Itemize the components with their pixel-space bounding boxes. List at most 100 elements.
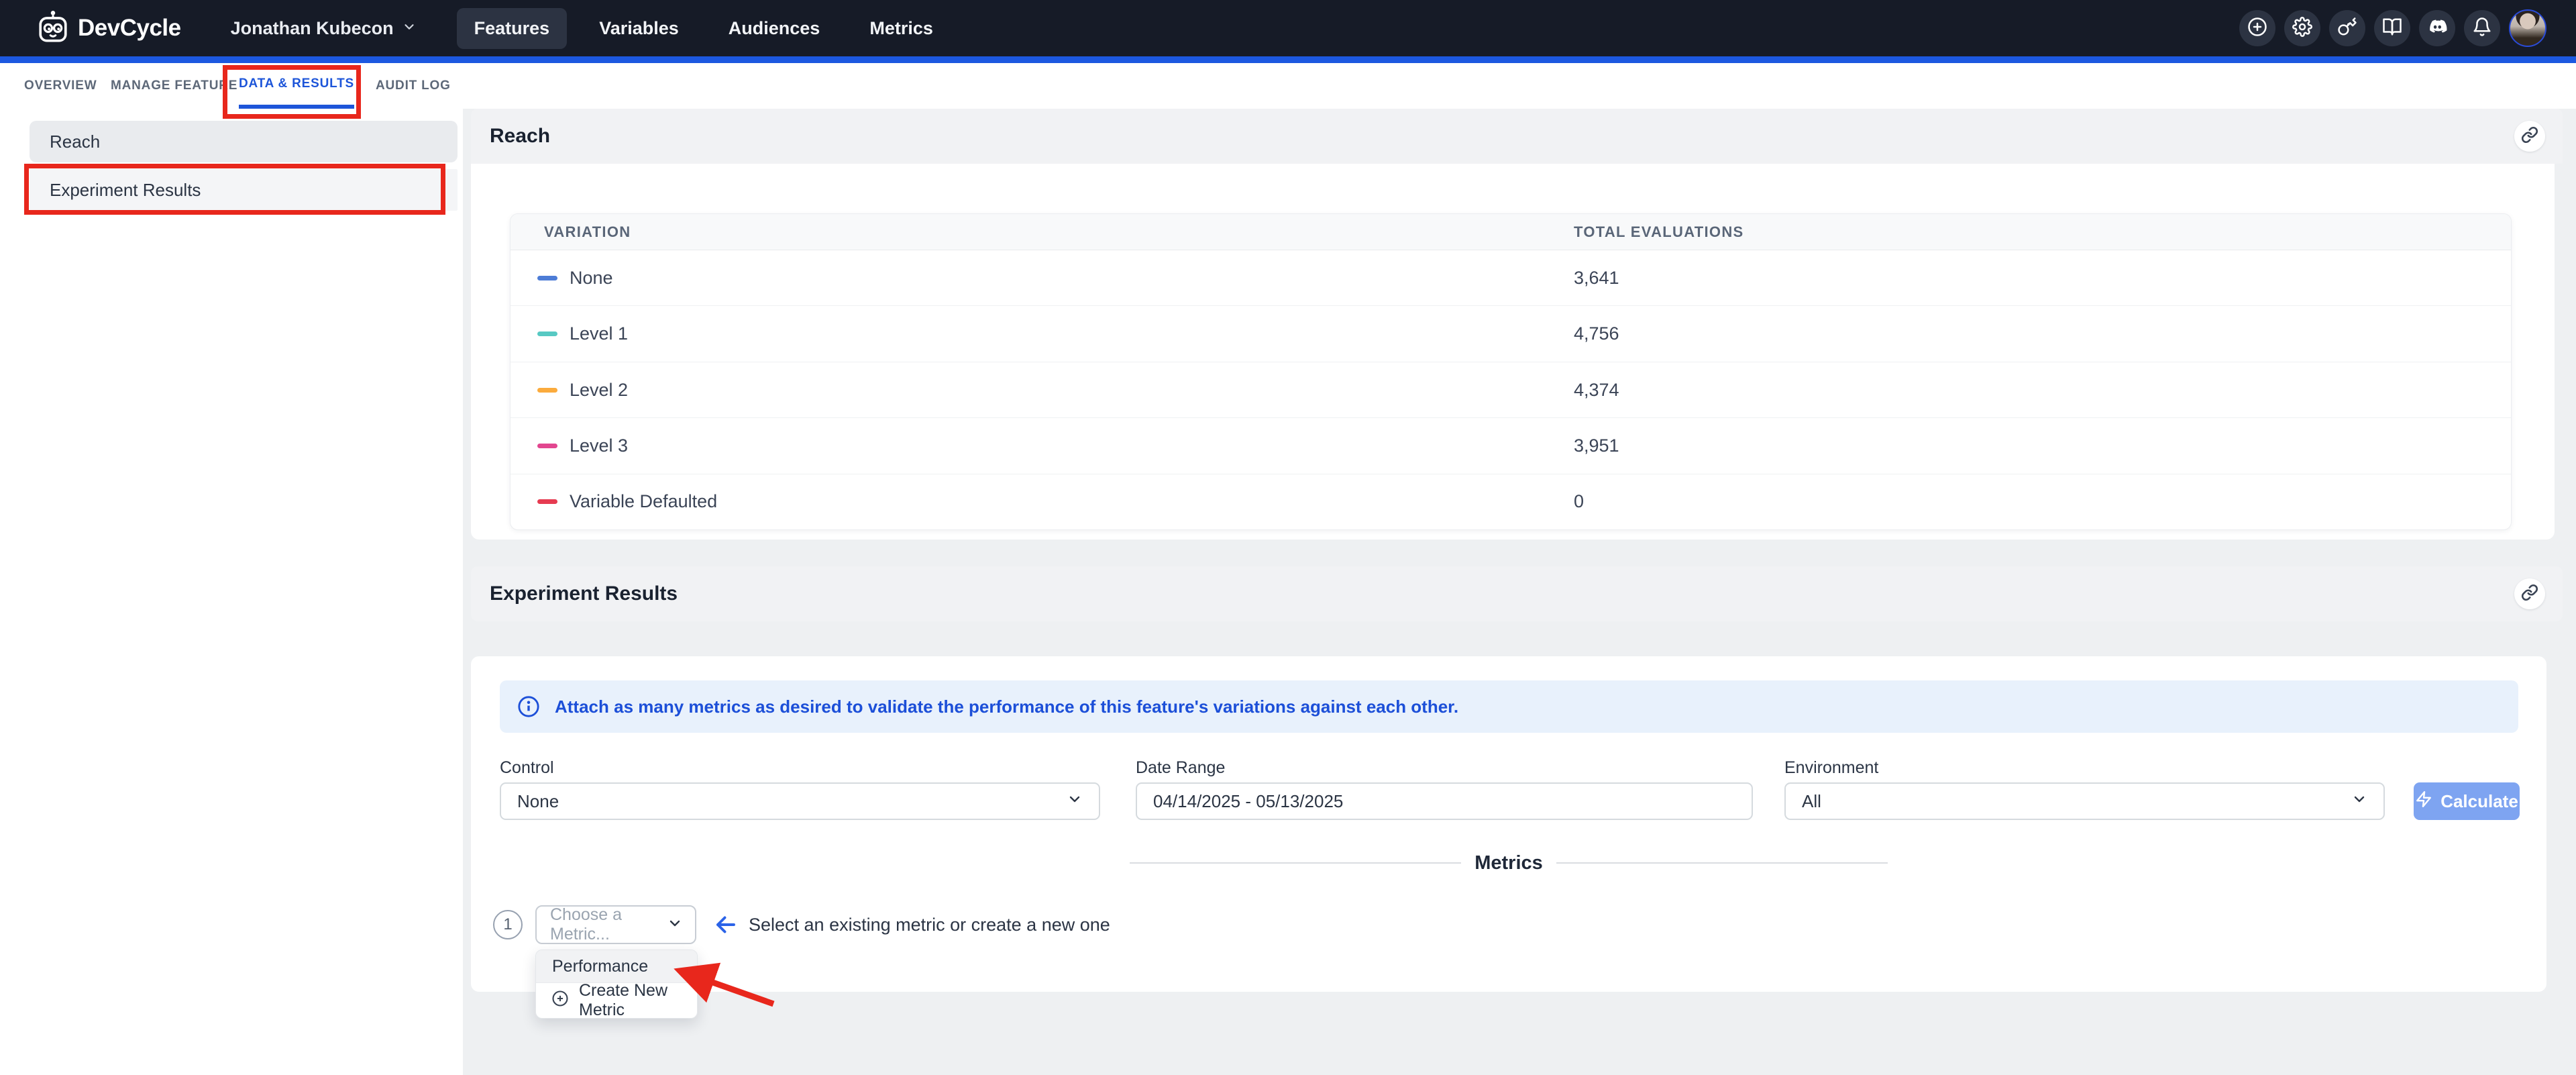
- metric-selector-row: 1 Choose a Metric... Select an existing …: [493, 905, 1110, 944]
- link-icon: [2521, 126, 2538, 147]
- experiment-results-card: Attach as many metrics as desired to val…: [471, 656, 2546, 992]
- variation-name: Variable Defaulted: [570, 491, 717, 512]
- sidebar-item-reach[interactable]: Reach: [30, 121, 458, 162]
- chevron-down-icon: [402, 18, 417, 39]
- navbar-icon-group: [2239, 9, 2546, 47]
- devcycle-logo[interactable]: DevCycle: [38, 10, 181, 47]
- tab-audit-log[interactable]: AUDIT LOG: [376, 63, 451, 109]
- column-header-variation: VARIATION: [511, 223, 1574, 241]
- tab-manage-feature[interactable]: MANAGE FEATURE: [111, 63, 237, 109]
- metrics-divider-title: Metrics: [1474, 852, 1543, 874]
- environment-value: All: [1802, 791, 1821, 812]
- metric-dropdown-menu: Performance Create New Metric: [535, 950, 698, 1019]
- notifications-button[interactable]: [2464, 10, 2500, 46]
- bell-icon: [2472, 17, 2492, 40]
- tab-overview[interactable]: OVERVIEW: [24, 63, 97, 109]
- choose-metric-select[interactable]: Choose a Metric...: [535, 905, 696, 944]
- control-select[interactable]: None: [500, 782, 1100, 820]
- primary-nav: Features Variables Audiences Metrics: [457, 8, 951, 49]
- variation-name: Level 1: [570, 323, 628, 344]
- top-navbar: DevCycle Jonathan Kubecon Features Varia…: [0, 0, 2576, 56]
- link-icon: [2521, 584, 2538, 605]
- arrow-left-icon: [714, 913, 738, 937]
- robot-logo-icon: [38, 10, 68, 47]
- control-label: Control: [500, 758, 554, 778]
- variation-name: None: [570, 268, 613, 289]
- key-icon: [2337, 17, 2357, 40]
- plus-circle-icon: [551, 989, 570, 1013]
- nav-item-metrics[interactable]: Metrics: [852, 8, 951, 49]
- nav-item-audiences[interactable]: Audiences: [711, 8, 838, 49]
- table-row: Level 2 4,374: [511, 362, 2511, 417]
- total-evaluations-value: 4,756: [1574, 323, 2511, 344]
- variation-color-dash: [537, 331, 557, 336]
- environment-label: Environment: [1784, 758, 1878, 778]
- accent-bar: [0, 56, 2576, 63]
- api-keys-button[interactable]: [2329, 10, 2365, 46]
- sidebar-item-experiment-results[interactable]: Experiment Results: [30, 169, 458, 211]
- user-avatar[interactable]: [2509, 9, 2546, 47]
- table-row: Variable Defaulted 0: [511, 474, 2511, 529]
- total-evaluations-value: 4,374: [1574, 380, 2511, 401]
- reach-section-header: Reach: [471, 109, 2563, 164]
- results-sidebar: Reach Experiment Results: [30, 121, 458, 211]
- zap-icon: [2415, 790, 2432, 813]
- choose-metric-placeholder: Choose a Metric...: [550, 905, 667, 944]
- discord-icon: [2427, 17, 2447, 40]
- discord-button[interactable]: [2419, 10, 2455, 46]
- column-header-total-evaluations: TOTAL EVALUATIONS: [1574, 223, 2511, 241]
- table-body: None 3,641 Level 1 4,756: [511, 250, 2511, 529]
- brand-name: DevCycle: [78, 15, 181, 42]
- calculate-button[interactable]: Calculate: [2414, 782, 2520, 820]
- settings-button[interactable]: [2284, 10, 2320, 46]
- metric-hint-text: Select an existing metric or create a ne…: [749, 915, 1110, 935]
- table-row: Level 3 3,951: [511, 417, 2511, 473]
- experiment-results-section-header: Experiment Results: [471, 566, 2563, 621]
- tab-data-and-results[interactable]: DATA & RESULTS: [239, 63, 354, 109]
- project-switcher[interactable]: Jonathan Kubecon: [231, 18, 417, 39]
- variation-color-dash: [537, 276, 557, 280]
- book-icon: [2382, 17, 2402, 40]
- plus-circle-icon: [2247, 17, 2267, 40]
- table-row: Level 1 4,756: [511, 305, 2511, 361]
- table-header-row: VARIATION TOTAL EVALUATIONS: [511, 214, 2511, 250]
- nav-item-variables[interactable]: Variables: [582, 8, 696, 49]
- calculate-label: Calculate: [2440, 791, 2518, 812]
- page: DevCycle Jonathan Kubecon Features Varia…: [0, 0, 2576, 1075]
- variation-color-dash: [537, 388, 557, 393]
- control-value: None: [517, 791, 559, 812]
- experiment-results-title: Experiment Results: [490, 582, 678, 605]
- metric-index-badge: 1: [493, 910, 523, 939]
- experiment-permalink-button[interactable]: [2514, 578, 2545, 609]
- info-banner-text: Attach as many metrics as desired to val…: [555, 697, 1458, 717]
- variation-name: Level 2: [570, 380, 628, 401]
- info-banner: Attach as many metrics as desired to val…: [500, 680, 2518, 733]
- date-range-input[interactable]: 04/14/2025 - 05/13/2025: [1136, 782, 1753, 820]
- variations-table: VARIATION TOTAL EVALUATIONS None 3,641: [510, 213, 2512, 530]
- metrics-divider: Metrics: [1130, 850, 1888, 876]
- create-new-metric-label: Create New Metric: [579, 981, 697, 1019]
- info-icon: [517, 695, 540, 718]
- chevron-down-icon: [2351, 791, 2367, 812]
- chevron-down-icon: [667, 915, 683, 935]
- create-new-metric-option[interactable]: Create New Metric: [536, 983, 697, 1018]
- total-evaluations-value: 3,951: [1574, 436, 2511, 456]
- menu-option-performance[interactable]: Performance: [536, 950, 697, 983]
- total-evaluations-value: 3,641: [1574, 268, 2511, 289]
- chevron-down-icon: [1067, 791, 1083, 812]
- date-range-label: Date Range: [1136, 758, 1225, 778]
- variation-name: Level 3: [570, 436, 628, 456]
- feature-tabbar: OVERVIEW MANAGE FEATURE DATA & RESULTS A…: [0, 63, 2576, 109]
- reach-section-body: VARIATION TOTAL EVALUATIONS None 3,641: [471, 164, 2555, 540]
- project-name: Jonathan Kubecon: [231, 18, 394, 39]
- reach-title: Reach: [490, 125, 550, 148]
- gear-icon: [2292, 17, 2312, 40]
- main-content: Reach VARIATION TOTAL EVALUATIONS: [463, 109, 2576, 1075]
- environment-select[interactable]: All: [1784, 782, 2385, 820]
- variation-color-dash: [537, 499, 557, 504]
- add-button[interactable]: [2239, 10, 2275, 46]
- docs-button[interactable]: [2374, 10, 2410, 46]
- nav-item-features[interactable]: Features: [457, 8, 568, 49]
- total-evaluations-value: 0: [1574, 491, 2511, 512]
- reach-permalink-button[interactable]: [2514, 121, 2545, 152]
